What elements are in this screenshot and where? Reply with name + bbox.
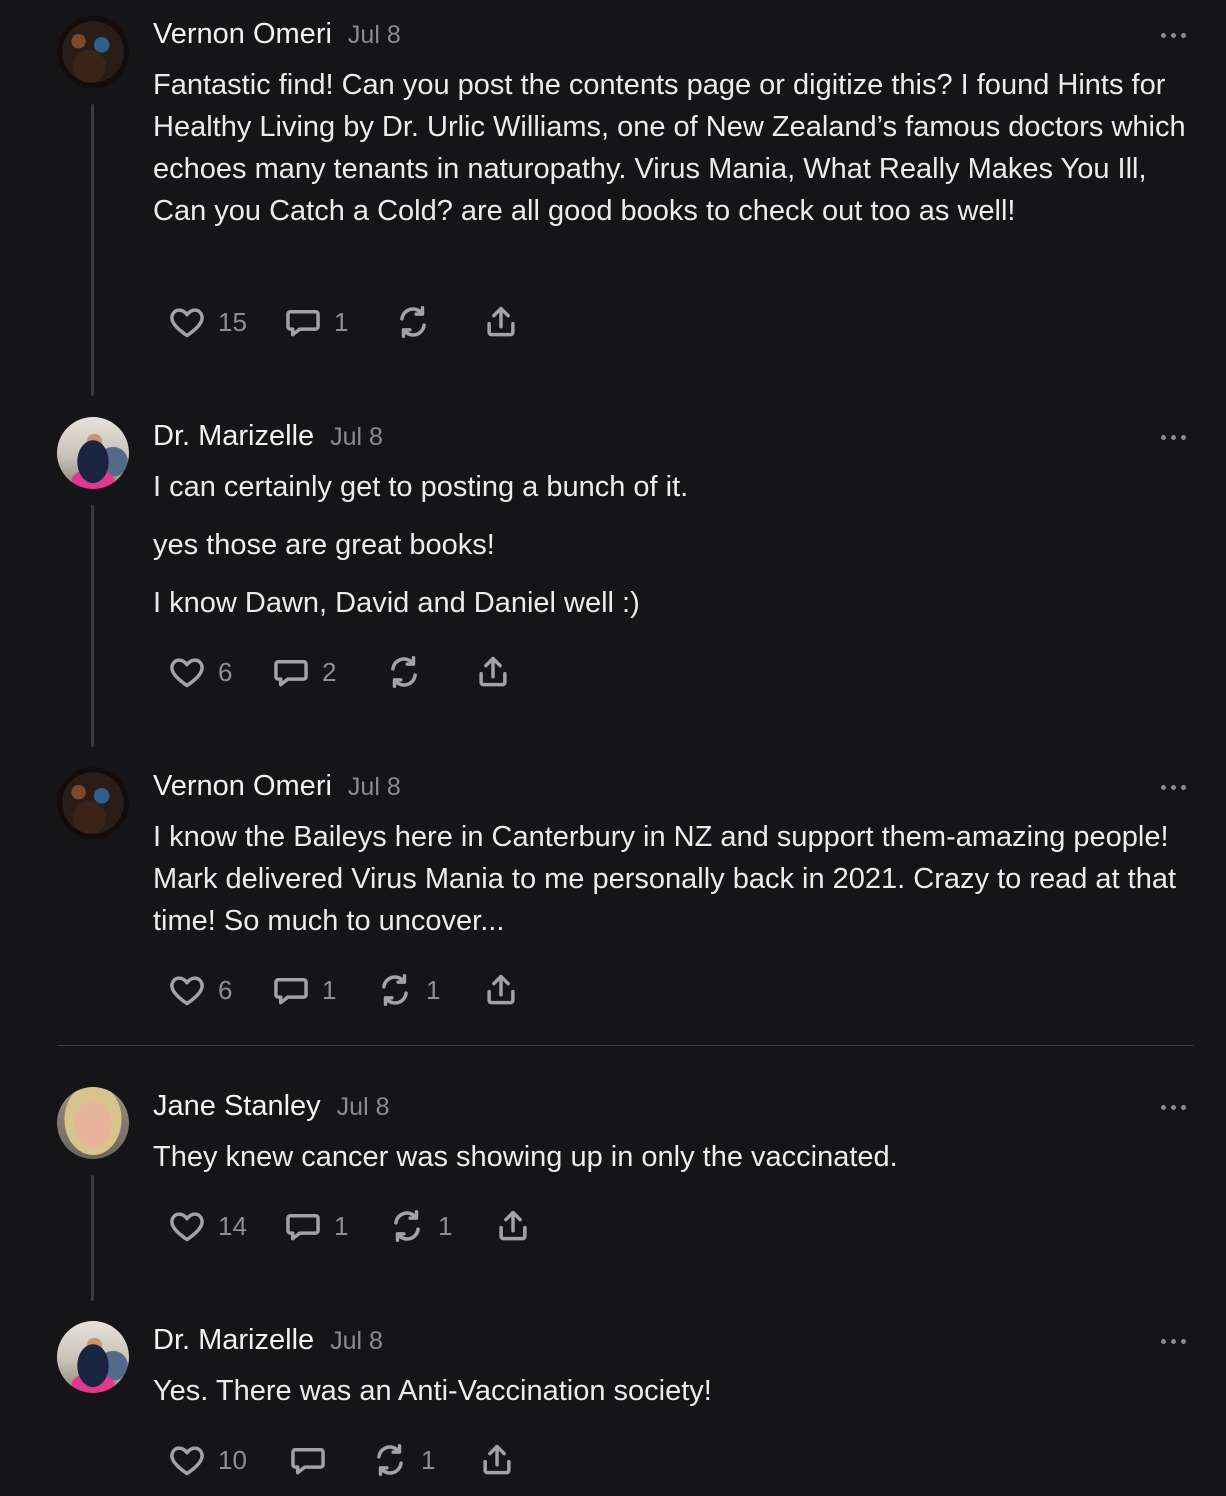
restack-button[interactable] <box>385 652 423 692</box>
speech-bubble-icon <box>274 659 308 687</box>
restack-button[interactable]: 1 <box>388 1206 452 1246</box>
avatar[interactable] <box>57 1321 129 1393</box>
comment-text: They knew cancer was showing up in only … <box>153 1141 898 1173</box>
reply-count: 1 <box>334 1210 349 1241</box>
reply-button[interactable] <box>289 1440 327 1480</box>
heart-icon <box>170 976 204 1006</box>
comment-date[interactable]: Jul 8 <box>330 1327 383 1356</box>
restack-button[interactable]: 1 <box>376 970 440 1010</box>
restack-icon <box>377 1444 403 1476</box>
like-count: 6 <box>218 974 233 1005</box>
thread-line <box>91 104 94 396</box>
avatar[interactable] <box>57 767 129 839</box>
share-icon <box>483 1444 511 1475</box>
comment-text: Fantastic find! Can you post the content… <box>153 69 1186 227</box>
like-count: 15 <box>218 306 247 337</box>
share-icon <box>499 1210 527 1241</box>
speech-bubble-icon <box>286 309 320 337</box>
restack-icon <box>382 974 408 1006</box>
share-button[interactable] <box>482 970 520 1010</box>
heart-icon <box>170 308 204 338</box>
heart-icon <box>170 1446 204 1476</box>
like-button[interactable]: 14 <box>168 1206 247 1246</box>
restack-button[interactable]: 1 <box>371 1440 435 1480</box>
like-count: 6 <box>218 656 233 687</box>
share-button[interactable] <box>494 1206 532 1246</box>
speech-bubble-icon <box>274 977 308 1005</box>
author-name[interactable]: Vernon Omeri <box>153 18 332 51</box>
restack-icon <box>400 306 426 338</box>
avatar[interactable] <box>57 16 129 88</box>
restack-icon <box>394 1210 420 1242</box>
restack-button[interactable] <box>394 302 432 342</box>
share-button[interactable] <box>482 302 520 342</box>
reply-button[interactable]: 1 <box>284 1206 348 1246</box>
author-name[interactable]: Dr. Marizelle <box>153 420 314 453</box>
comment-text: I know the Baileys here in Canterbury in… <box>153 821 1177 937</box>
comment-date[interactable]: Jul 8 <box>330 423 383 452</box>
like-button[interactable]: 15 <box>168 302 247 342</box>
comment-date[interactable]: Jul 8 <box>348 21 401 50</box>
like-button[interactable]: 6 <box>168 970 232 1010</box>
more-dots-icon[interactable] <box>1157 1102 1189 1112</box>
reply-button[interactable]: 1 <box>272 970 336 1010</box>
thread-line <box>91 1175 94 1301</box>
more-dots-icon[interactable] <box>1157 782 1189 792</box>
comment-text: yes those are great books! <box>153 529 495 561</box>
reply-button[interactable]: 1 <box>284 302 348 342</box>
author-name[interactable]: Jane Stanley <box>153 1090 321 1123</box>
like-count: 10 <box>218 1444 247 1475</box>
avatar[interactable] <box>57 1087 129 1159</box>
share-button[interactable] <box>478 1440 516 1480</box>
reply-count: 1 <box>334 306 349 337</box>
share-icon <box>487 974 515 1005</box>
author-name[interactable]: Dr. Marizelle <box>153 1324 314 1357</box>
speech-bubble-icon <box>286 1213 320 1241</box>
heart-icon <box>170 1212 204 1242</box>
comment-date[interactable]: Jul 8 <box>348 773 401 802</box>
comment-date[interactable]: Jul 8 <box>337 1093 390 1122</box>
thread-divider <box>57 1045 1193 1046</box>
comment-text: Yes. There was an Anti-Vaccination socie… <box>153 1375 712 1407</box>
more-dots-icon[interactable] <box>1157 30 1189 40</box>
share-icon <box>479 656 507 687</box>
heart-icon <box>170 658 204 688</box>
avatar[interactable] <box>57 417 129 489</box>
more-dots-icon[interactable] <box>1157 432 1189 442</box>
restack-count: 1 <box>426 974 441 1005</box>
reply-count: 1 <box>322 974 337 1005</box>
share-button[interactable] <box>474 652 512 692</box>
like-button[interactable]: 6 <box>168 652 232 692</box>
more-dots-icon[interactable] <box>1157 1336 1189 1346</box>
like-count: 14 <box>218 1210 247 1241</box>
like-button[interactable]: 10 <box>168 1440 247 1480</box>
restack-icon <box>391 656 417 688</box>
thread-line <box>91 505 94 747</box>
restack-count: 1 <box>438 1210 453 1241</box>
reply-button[interactable]: 2 <box>272 652 336 692</box>
reply-count: 2 <box>322 656 337 687</box>
restack-count: 1 <box>421 1444 436 1475</box>
author-name[interactable]: Vernon Omeri <box>153 770 332 803</box>
speech-bubble-icon <box>291 1447 325 1475</box>
share-icon <box>487 306 515 337</box>
comment-text: I know Dawn, David and Daniel well :) <box>153 587 640 619</box>
comment-text: I can certainly get to posting a bunch o… <box>153 471 689 503</box>
